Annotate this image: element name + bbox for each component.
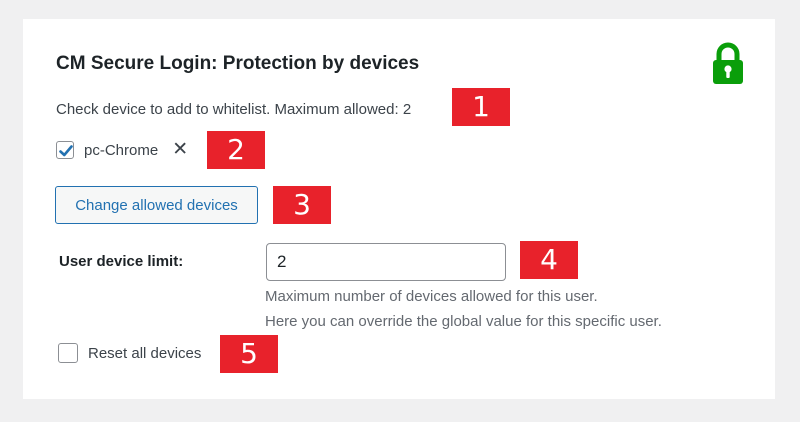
- panel-title: CM Secure Login: Protection by devices: [56, 53, 420, 74]
- limit-description-line-1: Maximum number of devices allowed for th…: [265, 288, 598, 305]
- lock-icon: [713, 42, 743, 84]
- user-device-limit-label: User device limit:: [59, 253, 184, 270]
- device-checkbox[interactable]: [56, 141, 74, 159]
- annotation-badge-3: 3: [273, 186, 331, 224]
- protection-panel: CM Secure Login: Protection by devices C…: [23, 19, 775, 399]
- device-label: pc-Chrome: [84, 141, 159, 159]
- checkmark-icon: [59, 145, 73, 157]
- reset-devices-row: Reset all devices: [58, 343, 201, 363]
- close-icon[interactable]: ✕: [172, 140, 188, 160]
- user-device-limit-input[interactable]: [266, 243, 506, 281]
- change-allowed-devices-button[interactable]: Change allowed devices: [55, 186, 258, 224]
- reset-devices-label: Reset all devices: [88, 344, 202, 362]
- annotation-badge-2: 2: [207, 131, 265, 169]
- annotation-badge-4: 4: [520, 241, 578, 279]
- reset-devices-checkbox[interactable]: [58, 343, 78, 363]
- limit-description-line-2: Here you can override the global value f…: [265, 313, 662, 330]
- annotation-badge-1: 1: [452, 88, 510, 126]
- device-item: pc-Chrome ✕: [56, 140, 188, 160]
- whitelist-help-text: Check device to add to whitelist. Maximu…: [56, 101, 412, 118]
- annotation-badge-5: 5: [220, 335, 278, 373]
